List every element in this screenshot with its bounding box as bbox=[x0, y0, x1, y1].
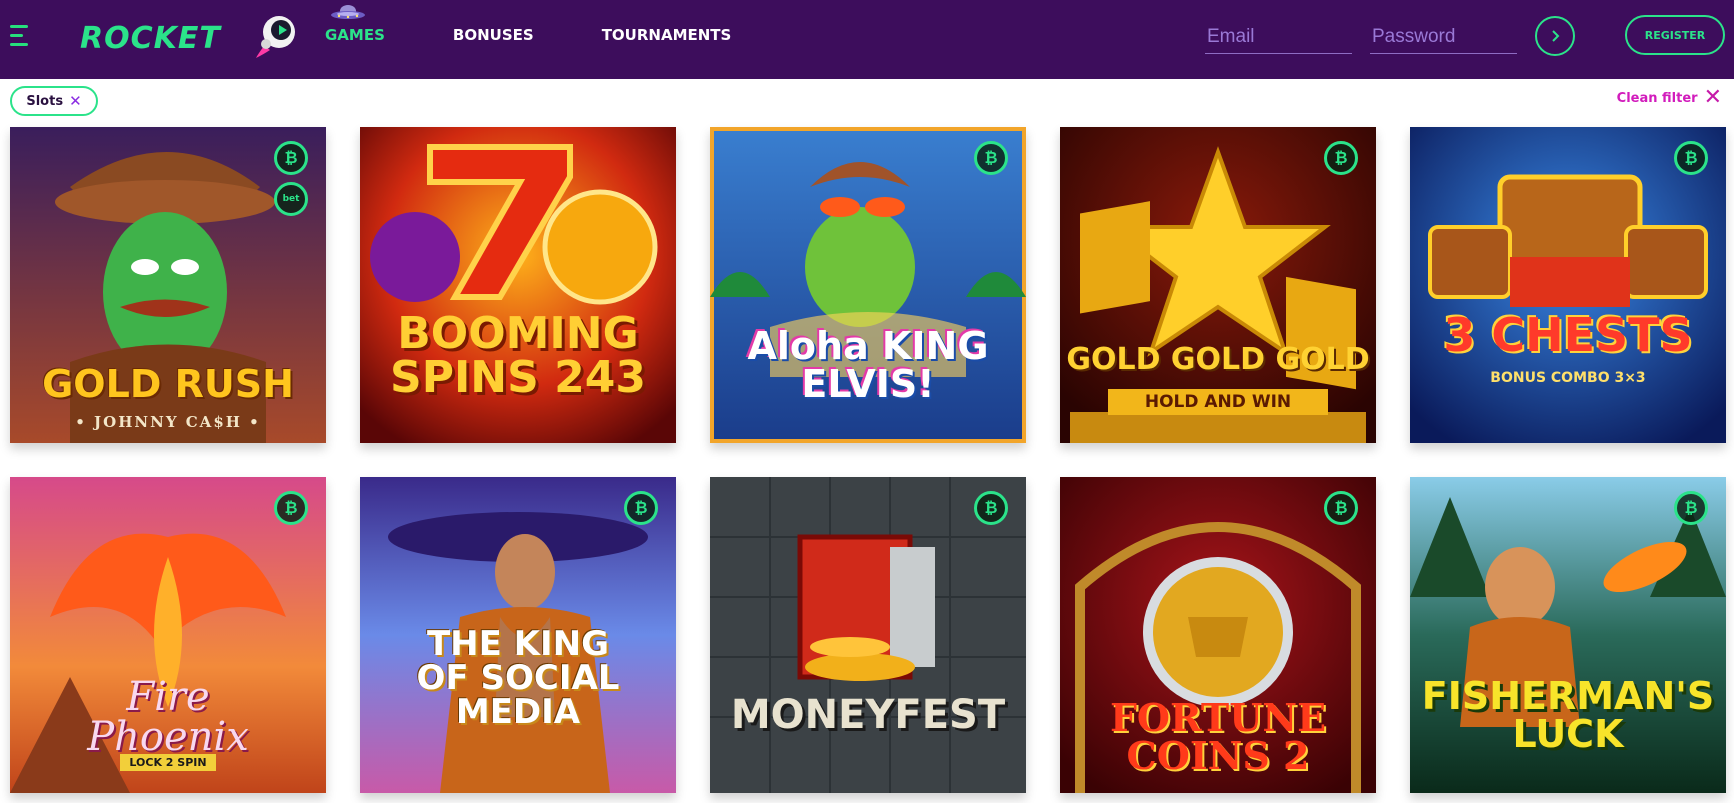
game-tile-fire-phoenix[interactable]: Fire Phoenix LOCK 2 SPIN ₿ bbox=[10, 477, 326, 793]
game-tile-gold-gold-gold[interactable]: GOLD GOLD GOLD HOLD AND WIN ₿ bbox=[1060, 127, 1376, 443]
password-field-wrap bbox=[1370, 20, 1517, 54]
main-nav: GAMES BONUSES TOURNAMENTS bbox=[325, 5, 799, 44]
bitcoin-badge-icon: ₿ bbox=[1324, 491, 1358, 525]
bitcoin-badge-icon: ₿ bbox=[1324, 141, 1358, 175]
game-tile-moneyfest[interactable]: MONEYFEST ₿ bbox=[710, 477, 1026, 793]
login-submit-button[interactable] bbox=[1535, 16, 1575, 56]
bitcoin-badge-icon: ₿ bbox=[1674, 491, 1708, 525]
game-title: Aloha KING ELVIS! bbox=[747, 324, 989, 406]
bitcoin-badge-icon: ₿ bbox=[1674, 141, 1708, 175]
remove-filter-icon[interactable]: ✕ bbox=[69, 92, 82, 110]
astronaut-icon bbox=[256, 16, 295, 58]
nav-games[interactable]: GAMES bbox=[325, 5, 385, 44]
clean-filter-label: Clean filter bbox=[1616, 90, 1698, 106]
game-title: 3 CHESTS bbox=[1443, 308, 1693, 362]
logo-text: ROCKET bbox=[80, 20, 221, 56]
hamburger-menu-icon[interactable] bbox=[10, 23, 30, 49]
bitcoin-badge-icon: ₿ bbox=[974, 141, 1008, 175]
game-art bbox=[710, 477, 1026, 793]
bitcoin-badge-icon: ₿ bbox=[274, 491, 308, 525]
game-tile-booming-spins[interactable]: BOOMING SPINS 243 bbox=[360, 127, 676, 443]
game-tile-fishermans-luck[interactable]: FISHERMAN'S LUCK ₿ bbox=[1410, 477, 1726, 793]
game-tile-aloha-king-elvis[interactable]: Aloha KING ELVIS! ₿ bbox=[710, 127, 1026, 443]
chevron-right-icon bbox=[1552, 30, 1560, 42]
top-header: ROCKET GAMES BONUSES TOURNAMENTS R bbox=[0, 0, 1734, 79]
nav-games-label: GAMES bbox=[325, 26, 385, 44]
password-input[interactable] bbox=[1370, 20, 1517, 53]
game-tile-fortune-coins-2[interactable]: FORTUNE COINS 2 ₿ bbox=[1060, 477, 1376, 793]
game-subtitle: • JOHNNY CA$H • bbox=[75, 413, 261, 431]
bet-badge-icon: bet bbox=[274, 182, 308, 216]
close-icon: ✕ bbox=[1703, 85, 1722, 110]
nav-bonuses-label: BONUSES bbox=[452, 26, 534, 44]
nav-bonuses[interactable]: BONUSES bbox=[453, 26, 534, 44]
game-art bbox=[1410, 127, 1726, 443]
game-title: FISHERMAN'S LUCK bbox=[1421, 674, 1715, 756]
game-tile-3-chests[interactable]: 3 CHESTS BONUS COMBO 3×3 ₿ bbox=[1410, 127, 1726, 443]
game-title: THE KING OF SOCIAL MEDIA bbox=[416, 624, 620, 732]
bitcoin-badge-icon: ₿ bbox=[274, 141, 308, 175]
bitcoin-badge-icon: ₿ bbox=[974, 491, 1008, 525]
game-title: BOOMING SPINS 243 bbox=[390, 308, 646, 403]
rocket-logo[interactable]: ROCKET bbox=[80, 16, 295, 58]
game-title: GOLD RUSH bbox=[42, 362, 294, 406]
game-title: MONEYFEST bbox=[730, 692, 1006, 738]
game-title: GOLD GOLD GOLD bbox=[1066, 342, 1370, 377]
clean-filter-button[interactable]: Clean filter ✕ bbox=[1616, 85, 1722, 110]
filter-chip-label: Slots bbox=[26, 93, 64, 109]
game-subtitle: BONUS COMBO 3×3 bbox=[1490, 370, 1646, 386]
nav-tournaments[interactable]: TOURNAMENTS bbox=[602, 26, 732, 44]
ufo-icon bbox=[331, 5, 365, 19]
email-field-wrap bbox=[1205, 20, 1352, 54]
game-tile-king-of-social-media[interactable]: THE KING OF SOCIAL MEDIA ₿ bbox=[360, 477, 676, 793]
bitcoin-badge-icon: ₿ bbox=[624, 491, 658, 525]
game-title: FORTUNE COINS 2 bbox=[1109, 695, 1327, 778]
game-tile-gold-rush[interactable]: GOLD RUSH • JOHNNY CA$H • ₿ bet bbox=[10, 127, 326, 443]
register-button[interactable]: REGISTER bbox=[1625, 15, 1725, 55]
game-subtitle: LOCK 2 SPIN bbox=[120, 754, 216, 771]
filter-chip-slots[interactable]: Slots ✕ bbox=[10, 86, 98, 116]
email-input[interactable] bbox=[1205, 20, 1352, 53]
nav-tournaments-label: TOURNAMENTS bbox=[601, 26, 732, 44]
game-subtitle: HOLD AND WIN bbox=[1108, 389, 1328, 415]
game-title: Fire Phoenix bbox=[87, 674, 249, 760]
